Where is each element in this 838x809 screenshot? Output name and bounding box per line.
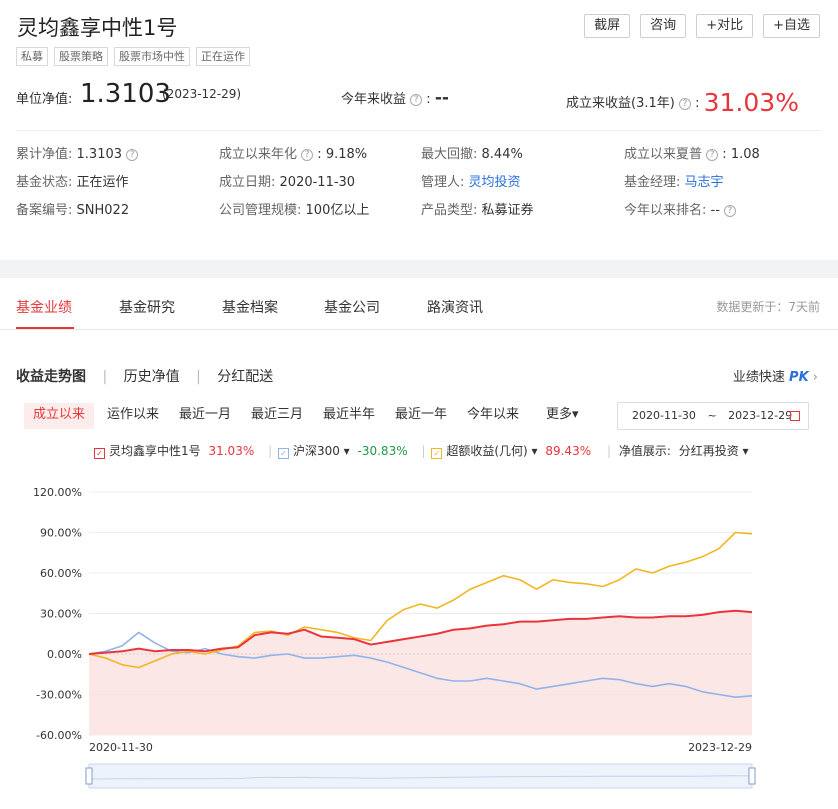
- tab-performance[interactable]: 基金业绩: [16, 297, 72, 317]
- y-tick-label: 90.00%: [40, 527, 82, 540]
- y-tick-label: 0.00%: [47, 648, 82, 661]
- tag-status: 正在运作: [196, 47, 250, 66]
- fund-manager-link[interactable]: 马志宇: [685, 175, 724, 190]
- detail-max-drawdown: 最大回撤: 8.44%: [421, 147, 523, 162]
- fund-header: 灵均鑫享中性1号 私募 股票策略 股票市场中性 正在运作 截屏 咨询 +对比 +…: [0, 0, 838, 260]
- subtab-history-nav[interactable]: 历史净值: [124, 369, 180, 385]
- manager-company-link[interactable]: 灵均投资: [469, 175, 521, 190]
- date-from: 2020-11-30: [632, 409, 696, 422]
- active-tab-indicator: [16, 327, 74, 329]
- update-time: 数据更新于：7天前: [716, 300, 820, 314]
- date-to: 2023-12-29: [728, 409, 793, 422]
- help-icon[interactable]: ?: [706, 149, 719, 161]
- tab-roadshow[interactable]: 路演资讯: [427, 297, 483, 317]
- fund-title: 灵均鑫享中性1号: [17, 16, 178, 40]
- nav-date: (2023-12-29): [162, 87, 242, 101]
- tag-strategy: 股票策略: [54, 47, 108, 66]
- navigator-handle-left: [85, 767, 93, 785]
- y-tick-label: 120.00%: [33, 486, 82, 499]
- nav-display-select[interactable]: 净值展示: 分红再投资 ▾: [619, 444, 753, 458]
- legend-excess[interactable]: ✓ 超额收益(几何) ▾ 89.43%: [431, 444, 595, 459]
- detail-fund-manager: 基金经理: 马志宇: [624, 175, 724, 190]
- range-since-inception[interactable]: 成立以来: [24, 403, 95, 429]
- range-3m[interactable]: 最近三月: [242, 403, 312, 429]
- y-tick-label: -60.00%: [36, 729, 82, 742]
- return-trend-chart: 120.00% 90.00% 60.00% 30.00% 0.00% -30.00% -60…: [33, 486, 756, 789]
- help-icon[interactable]: ?: [301, 149, 314, 161]
- detail-product-type: 产品类型: 私募证券: [421, 203, 534, 218]
- legend-hs300[interactable]: ✓ 沪深300 ▾ -30.83%: [277, 444, 412, 459]
- y-tick-label: 30.00%: [40, 608, 82, 621]
- divider: [16, 130, 821, 131]
- detail-sharpe: 成立以来夏普 ? : 1.08: [624, 147, 760, 162]
- help-icon[interactable]: ?: [410, 94, 423, 106]
- chart-subtabs: 收益走势图 | 历史净值 | 分红配送: [16, 369, 274, 385]
- y-tick-label: 60.00%: [40, 567, 82, 580]
- detail-cum-nav: 累计净值: 1.3103 ?: [16, 143, 139, 162]
- detail-ytd-rank: 今年以来排名: -- ?: [624, 199, 737, 218]
- checkbox-icon: ✓: [94, 448, 105, 459]
- detail-inception-date: 成立日期: 2020-11-30: [219, 175, 356, 190]
- subtab-dividends[interactable]: 分红配送: [217, 369, 273, 385]
- fund-tags: 私募 股票策略 股票市场中性 正在运作: [16, 47, 250, 66]
- tag-private: 私募: [16, 47, 48, 66]
- tab-company[interactable]: 基金公司: [324, 297, 380, 317]
- range-more-dropdown[interactable]: 更多▾: [537, 403, 588, 429]
- tag-market-neutral: 股票市场中性: [114, 47, 190, 66]
- section-divider: [0, 260, 838, 278]
- chart-legend: ✓ 灵均鑫享中性1号 31.03% | ✓ 沪深300 ▾ -30.83% | ✓ 超…: [94, 442, 757, 459]
- checkbox-icon: ✓: [277, 448, 289, 459]
- compare-button[interactable]: +对比: [696, 14, 754, 38]
- x-tick-label: 2023-12-29: [688, 741, 752, 754]
- consult-button[interactable]: 咨询: [640, 14, 687, 38]
- checkbox-icon: ✓: [431, 448, 443, 459]
- since-label: 成立来收益(3.1年): [566, 96, 675, 111]
- ytd-return: 今年来收益 ? : --: [341, 88, 449, 108]
- range-1m[interactable]: 最近一月: [170, 403, 240, 429]
- nav-summary: 单位净值: 1.3103 (2023-12-29) 今年来收益 ? : -- 成…: [16, 79, 821, 117]
- ytd-label: 今年来收益: [341, 92, 407, 107]
- chevron-right-icon: ›: [812, 370, 818, 385]
- help-icon[interactable]: ?: [678, 98, 691, 110]
- main-tabs: 基金业绩 基金研究 基金档案 基金公司 路演资讯 数据更新于：7天前: [0, 278, 838, 330]
- y-tick-label: -30.00%: [36, 689, 82, 702]
- date-range-picker[interactable]: 2020-11-30 ~ 2023-12-29: [617, 402, 809, 430]
- since-inception-return: 成立来收益(3.1年) ? : 31.03%: [566, 88, 799, 117]
- legend-fund[interactable]: ✓ 灵均鑫享中性1号 31.03%: [94, 444, 258, 459]
- nav-label: 单位净值:: [16, 92, 73, 107]
- since-value: 31.03%: [703, 88, 799, 117]
- range-since-operation[interactable]: 运作以来: [98, 403, 168, 429]
- help-icon[interactable]: ?: [126, 149, 139, 161]
- range-1y[interactable]: 最近一年: [386, 403, 456, 429]
- calendar-icon: [790, 411, 800, 421]
- watchlist-button[interactable]: +自选: [763, 14, 820, 38]
- tab-archive[interactable]: 基金档案: [222, 297, 278, 317]
- quick-pk-link[interactable]: 业绩快速 PK ›: [733, 366, 818, 385]
- detail-aum: 公司管理规模: 100亿以上: [219, 203, 370, 218]
- range-6m[interactable]: 最近半年: [314, 403, 384, 429]
- ytd-value: --: [434, 88, 449, 108]
- screenshot-button[interactable]: 截屏: [584, 14, 631, 38]
- header-actions: 截屏 咨询 +对比 +自选: [584, 14, 820, 38]
- detail-annualized: 成立以来年化 ? : 9.18%: [219, 147, 368, 162]
- range-ytd[interactable]: 今年以来: [458, 403, 528, 429]
- detail-status: 基金状态: 正在运作: [16, 175, 129, 190]
- detail-manager-company: 管理人: 灵均投资: [421, 175, 521, 190]
- help-icon[interactable]: ?: [724, 205, 737, 217]
- tab-research[interactable]: 基金研究: [119, 297, 175, 317]
- subtab-return-trend[interactable]: 收益走势图: [16, 369, 86, 385]
- navigator-handle-right: [748, 767, 756, 785]
- detail-record-no: 备案编号: SNH022: [16, 203, 130, 218]
- x-tick-label: 2020-11-30: [89, 741, 153, 754]
- nav-value: 1.3103: [80, 79, 171, 109]
